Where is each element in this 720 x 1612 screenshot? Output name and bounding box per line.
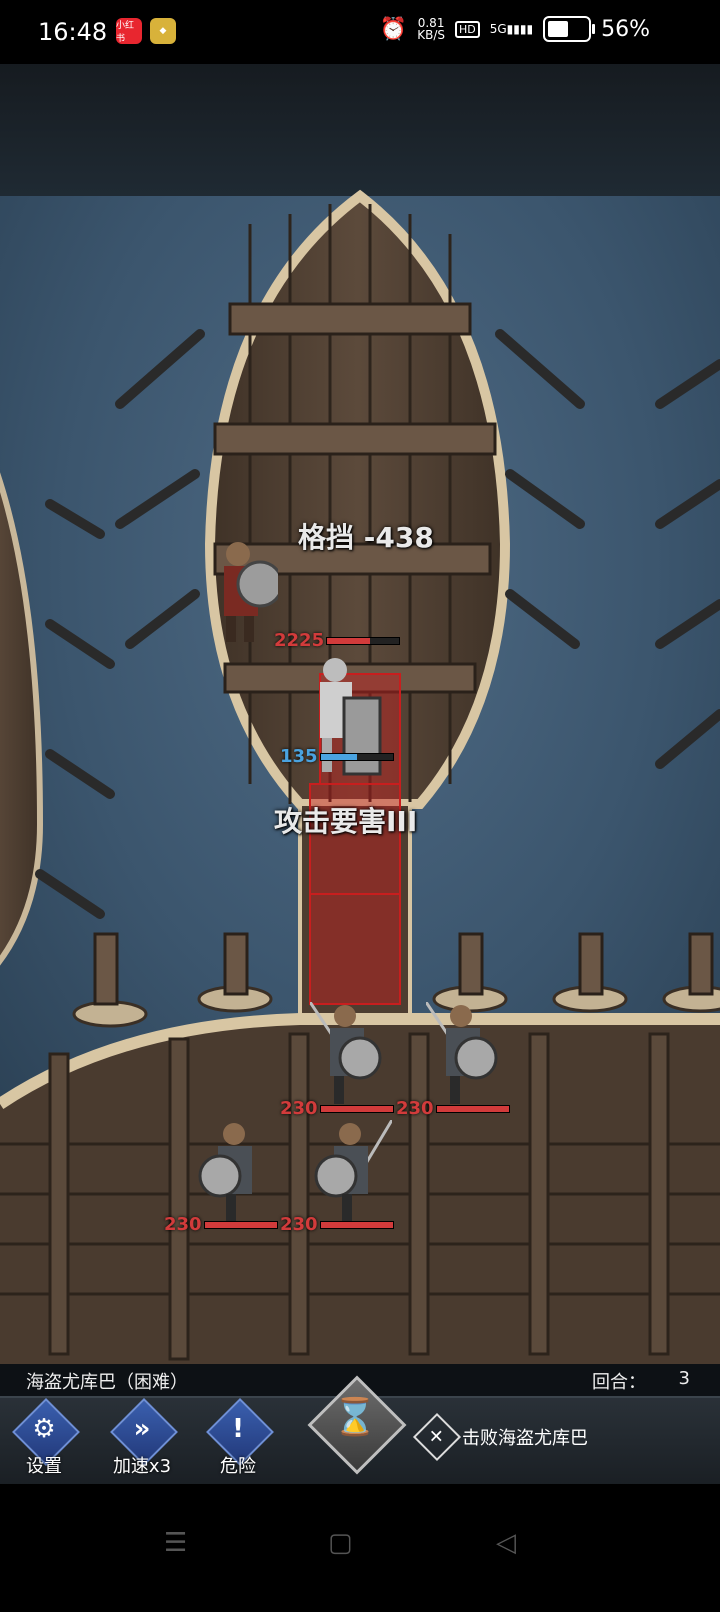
round-counter: 3	[678, 1368, 690, 1389]
alarm-icon: ⏰	[379, 16, 408, 42]
xiaohongshu-app-icon: 小红书	[116, 18, 142, 44]
hero-unit[interactable]	[208, 534, 284, 644]
status-indicators: ⏰ 0.81 KB/S HD 5G▮▮▮▮ 56%	[380, 16, 650, 42]
right-oars	[655, 359, 720, 769]
settings-button[interactable]: ⚙ 设置	[8, 1398, 80, 1478]
speed-button[interactable]: » 加速x3	[106, 1398, 178, 1478]
pirate-3-hp-bar: 230	[164, 1214, 278, 1235]
knight-hp-bar: 135	[280, 746, 394, 767]
signal-icon: 5G▮▮▮▮	[489, 22, 534, 36]
round-label: 回合：	[592, 1372, 646, 1393]
battery-percent: 56%	[601, 16, 650, 42]
pirate-2-hp-bar: 230	[396, 1098, 510, 1119]
battery-icon	[543, 16, 596, 42]
gear-icon: ⚙	[32, 1414, 56, 1444]
exclamation-icon: !	[232, 1414, 244, 1444]
hourglass-icon: ⌛	[332, 1397, 378, 1438]
net-speed: 0.81 KB/S	[417, 16, 445, 42]
hd-icon: HD	[454, 20, 480, 38]
pirate-4-hp-bar: 230	[280, 1214, 394, 1235]
system-nav-bar: ☰ ▢ ◁	[0, 1484, 720, 1612]
pirate-1-hp-bar: 230	[280, 1098, 394, 1119]
knight-hp-value: 135	[280, 746, 318, 767]
objective-text: 击败海盗尤库巴	[462, 1428, 588, 1449]
vip-app-icon: ◆	[150, 18, 176, 44]
home-nav-icon[interactable]: ▢	[328, 1528, 353, 1558]
skill-name-text: 攻击要害III	[274, 805, 418, 838]
hero-hp-bar: 2225	[274, 630, 401, 651]
battle-scene[interactable]: 格挡 -438 攻击要害III 2225 135 230 230 230 230	[0, 64, 720, 1484]
menu-nav-icon[interactable]: ☰	[164, 1528, 187, 1558]
left-boat	[0, 472, 115, 966]
crossed-swords-icon: ✕	[412, 1412, 462, 1462]
back-nav-icon[interactable]: ◁	[496, 1528, 516, 1558]
objective: ✕ 击败海盗尤库巴	[412, 1412, 588, 1462]
end-turn-button[interactable]: ⌛	[307, 1375, 407, 1475]
clock: 16:48	[38, 18, 108, 46]
block-damage-text: 格挡 -438	[298, 521, 434, 554]
level-name: 海盗尤库巴（困难）	[26, 1372, 188, 1393]
status-bar: 16:48 小红书 ◆ ⏰ 0.81 KB/S HD 5G▮▮▮▮ 56%	[0, 0, 720, 64]
battery-fill	[548, 21, 569, 37]
pirate-unit-2[interactable]	[424, 1001, 506, 1112]
fast-forward-icon: »	[133, 1414, 151, 1444]
danger-button[interactable]: ! 危险	[202, 1398, 274, 1478]
pirate-unit-1[interactable]	[308, 1001, 390, 1112]
hero-hp-value: 2225	[274, 630, 325, 651]
